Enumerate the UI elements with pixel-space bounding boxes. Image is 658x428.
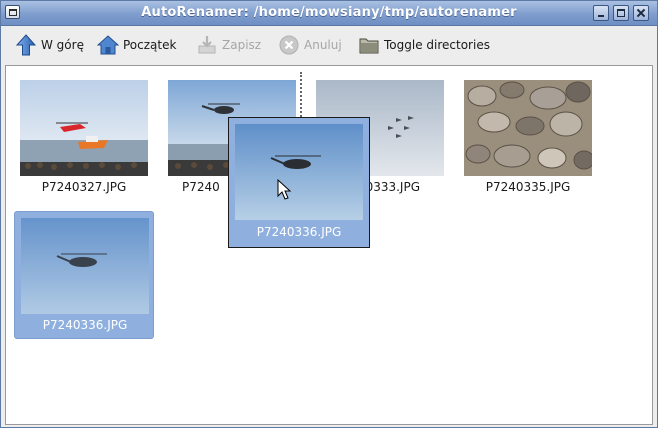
save-button-label: Zapisz [222, 38, 262, 52]
drag-thumbnail [235, 124, 363, 220]
file-thumbnail [20, 80, 148, 176]
home-button[interactable]: Początek [96, 32, 177, 58]
drag-preview: P7240336.JPG [228, 117, 370, 248]
folder-icon [358, 34, 380, 56]
file-name: P7240335.JPG [485, 180, 571, 194]
file-item[interactable]: P7240327.JPG [14, 74, 154, 202]
maximize-button[interactable] [613, 5, 629, 21]
up-button[interactable]: W górę [15, 32, 84, 58]
file-name: P7240327.JPG [41, 180, 127, 194]
save-icon [196, 34, 218, 56]
cancel-button-label: Anuluj [304, 38, 342, 52]
toggle-directories-label: Toggle directories [384, 38, 490, 52]
up-button-label: W górę [41, 38, 84, 52]
maximize-icon [617, 9, 625, 17]
arrow-up-icon [15, 34, 37, 56]
toggle-directories-button[interactable]: Toggle directories [358, 32, 490, 58]
title-bar[interactable]: AutoRenamer: /home/mowsiany/tmp/autorena… [1, 1, 657, 26]
file-name: P7240336.JPG [42, 318, 128, 332]
cancel-button[interactable]: Anuluj [278, 32, 342, 58]
drag-file-name: P7240336.JPG [256, 225, 342, 239]
minimize-icon [598, 15, 604, 17]
cancel-icon [278, 34, 300, 56]
file-thumbnail [464, 80, 592, 176]
file-item[interactable]: P7240335.JPG [458, 74, 598, 202]
home-button-label: Początek [123, 38, 177, 52]
close-icon [636, 7, 646, 19]
minimize-button[interactable] [593, 5, 609, 21]
close-button[interactable] [633, 5, 649, 21]
app-window: AutoRenamer: /home/mowsiany/tmp/autorena… [0, 0, 658, 428]
home-icon [96, 34, 120, 56]
save-button[interactable]: Zapisz [196, 32, 261, 58]
window-title: AutoRenamer: /home/mowsiany/tmp/autorena… [141, 5, 517, 20]
file-item-selected[interactable]: P7240336.JPG [14, 211, 154, 339]
file-thumbnail [21, 218, 149, 314]
toolbar: W górę Początek Zapisz Anuluj Toggle dir… [1, 26, 657, 64]
mouse-pointer-icon [277, 178, 293, 201]
